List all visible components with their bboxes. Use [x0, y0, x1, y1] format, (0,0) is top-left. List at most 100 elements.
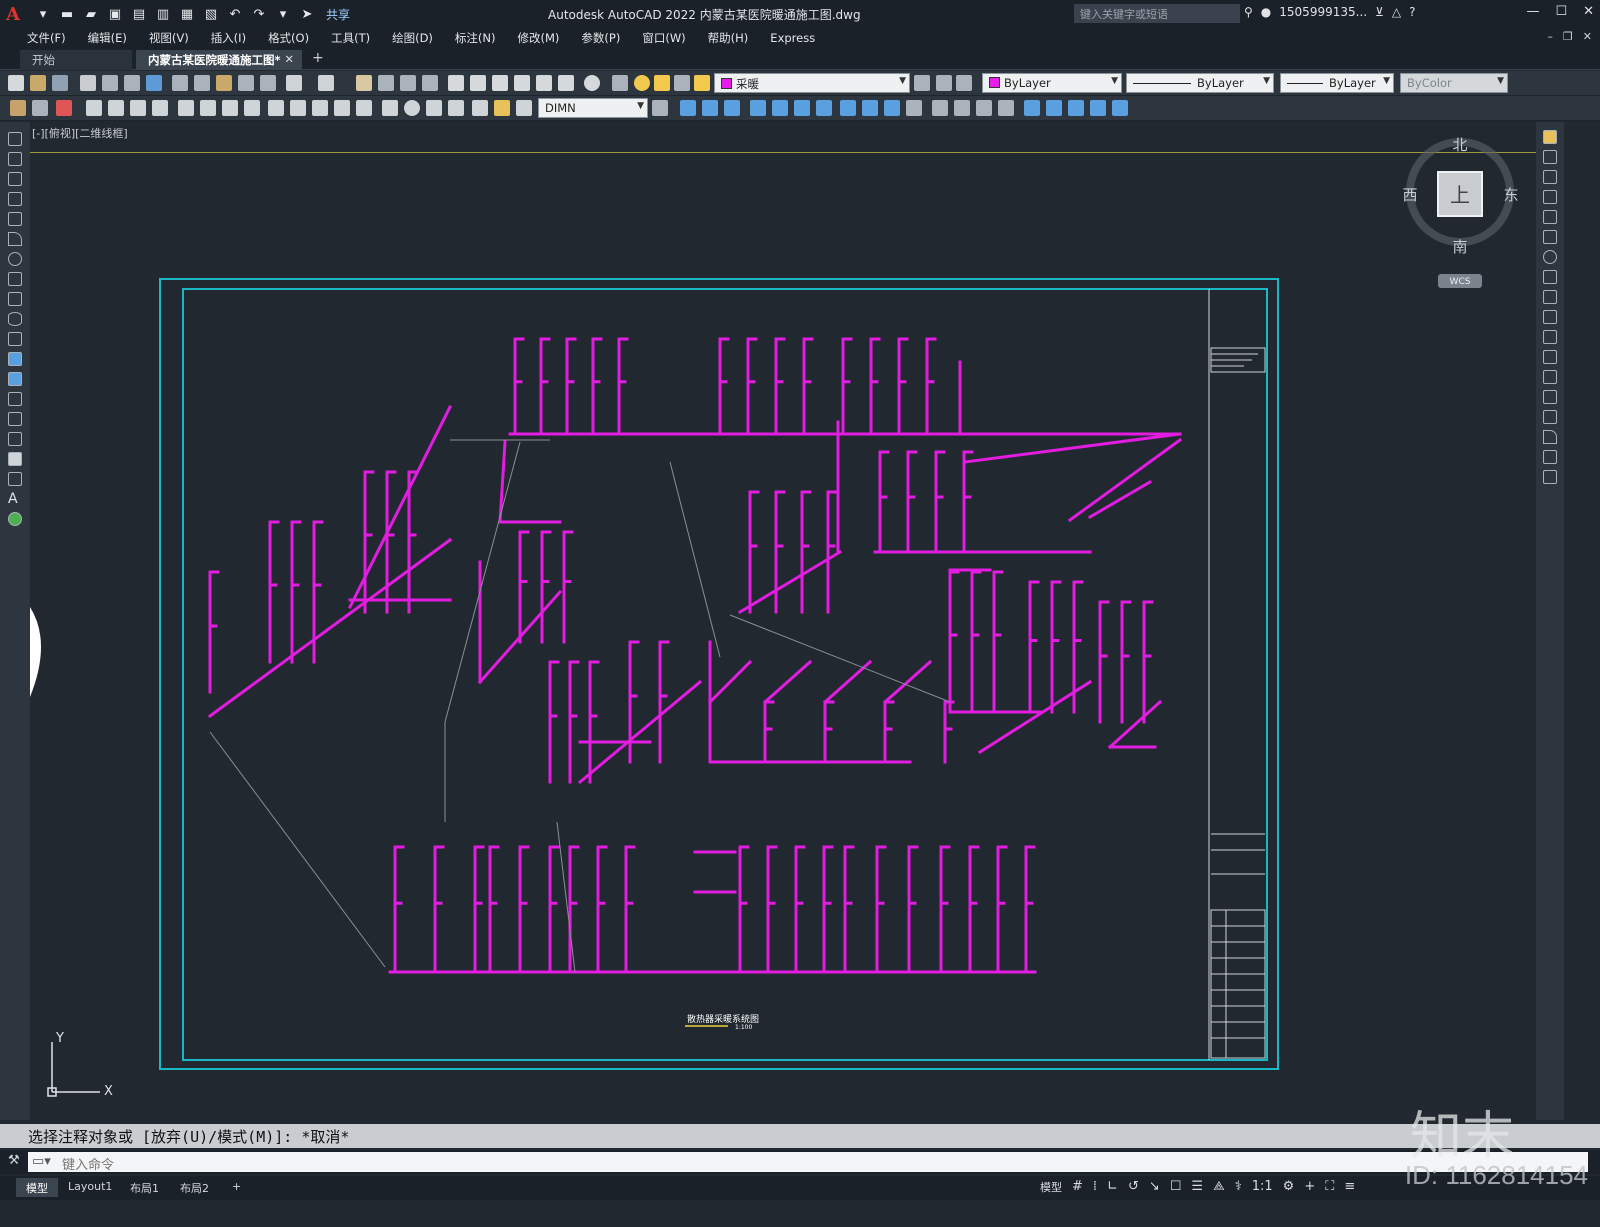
add-layout-button[interactable]: +	[222, 1178, 251, 1197]
menu-draw[interactable]: 绘图(D)	[381, 30, 444, 46]
chamfer-icon[interactable]	[1543, 410, 1557, 424]
layer-thaw-icon[interactable]	[654, 75, 670, 91]
stretch-icon[interactable]	[1543, 290, 1557, 304]
save-as-icon[interactable]: ▤	[130, 5, 148, 23]
block-insert-icon[interactable]	[680, 100, 696, 116]
color-dropdown[interactable]: ByLayer ▼	[982, 73, 1122, 93]
new-icon[interactable]	[8, 75, 24, 91]
customize-icon[interactable]: ≡	[1344, 1179, 1355, 1195]
trim-icon[interactable]	[1543, 310, 1557, 324]
make-current-icon[interactable]	[914, 75, 930, 91]
publish-icon[interactable]: ▦	[178, 5, 196, 23]
doc-minimize-icon[interactable]: –	[1547, 30, 1553, 43]
web-mobile-icon[interactable]: ▥	[154, 5, 172, 23]
redo-icon[interactable]: ↷	[250, 5, 268, 23]
ordinate-dimension-icon[interactable]	[152, 100, 168, 116]
table-tool-icon[interactable]	[8, 472, 22, 486]
mirror-icon[interactable]	[1543, 170, 1557, 184]
circle-icon[interactable]	[8, 252, 22, 266]
dimension-style-icon[interactable]	[652, 100, 668, 116]
attribute-define-icon[interactable]	[750, 100, 766, 116]
dropdown-arrow-icon[interactable]: ▾	[34, 5, 52, 23]
dimension-edit-icon[interactable]	[472, 100, 488, 116]
fullscreen-icon[interactable]: ⛶	[1325, 1179, 1334, 1195]
baseline-dimension-icon[interactable]	[290, 100, 306, 116]
rotate-icon[interactable]	[1543, 250, 1557, 264]
break-icon[interactable]	[1543, 370, 1557, 384]
continue-dimension-icon[interactable]	[312, 100, 328, 116]
ortho-icon[interactable]: ∟	[1107, 1179, 1118, 1195]
layer-properties-icon[interactable]	[612, 75, 628, 91]
xref-bind-icon[interactable]	[884, 100, 900, 116]
undo-icon[interactable]: ↶	[226, 5, 244, 23]
zoom-previous-icon[interactable]	[422, 75, 438, 91]
command-prompt-icon[interactable]: ▭▾	[32, 1154, 51, 1169]
linear-dimension-icon[interactable]	[86, 100, 102, 116]
ellipse-icon[interactable]	[8, 312, 22, 326]
break-at-point-icon[interactable]	[1543, 350, 1557, 364]
inspection-icon[interactable]	[426, 100, 442, 116]
match-properties-icon[interactable]	[238, 75, 254, 91]
menu-modify[interactable]: 修改(M)	[507, 30, 571, 46]
tab-drawing[interactable]: 内蒙古某医院暖通施工图* ✕	[136, 50, 302, 70]
region-icon[interactable]	[8, 452, 22, 466]
tab-layout-1-cn[interactable]: 布局1	[120, 1178, 169, 1197]
polygon-icon[interactable]	[8, 192, 22, 206]
radius-dimension-icon[interactable]	[178, 100, 194, 116]
ole-object-icon[interactable]	[1090, 100, 1106, 116]
sheet-set-icon[interactable]	[514, 75, 530, 91]
autocad-logo-icon[interactable]: A	[6, 4, 28, 25]
scale-icon[interactable]	[1543, 270, 1557, 284]
doc-restore-icon[interactable]: ❐	[1563, 30, 1573, 43]
insert-table-icon[interactable]	[1024, 100, 1040, 116]
isometric-icon[interactable]: ↘	[1149, 1179, 1160, 1195]
save-icon[interactable]: ▣	[106, 5, 124, 23]
quick-dimension-icon[interactable]	[268, 100, 284, 116]
move-icon[interactable]	[1543, 230, 1557, 244]
point-icon[interactable]	[8, 392, 22, 406]
tab-start[interactable]: 开始	[20, 50, 132, 70]
hatch-icon[interactable]	[8, 412, 22, 426]
search-icon[interactable]: ⚲	[1244, 5, 1253, 19]
ellipse-arc-icon[interactable]	[8, 332, 22, 346]
model-space-button[interactable]: 模型	[1040, 1179, 1062, 1195]
drawing-canvas[interactable]: 散热器采暖系统图 1:100 Y X 上 北 南 东 西 WCS	[30, 122, 1536, 1120]
properties-icon[interactable]	[448, 75, 464, 91]
join-icon[interactable]	[1543, 390, 1557, 404]
make-block-icon[interactable]	[8, 372, 22, 386]
menu-window[interactable]: 窗口(W)	[631, 30, 696, 46]
markup-icon[interactable]	[536, 75, 552, 91]
dimstyle-dropdown[interactable]: DIMN ▼	[538, 98, 648, 118]
menu-insert[interactable]: 插入(I)	[200, 30, 257, 46]
plot-icon[interactable]	[80, 75, 96, 91]
plot-icon[interactable]: ▧	[202, 5, 220, 23]
array-icon[interactable]	[1543, 210, 1557, 224]
tool-palettes-icon[interactable]	[492, 75, 508, 91]
annotation-scale[interactable]: 1:1	[1252, 1179, 1273, 1195]
menu-help[interactable]: 帮助(H)	[697, 30, 760, 46]
image-attach-icon[interactable]	[906, 100, 922, 116]
block-write-icon[interactable]	[724, 100, 740, 116]
explode-icon[interactable]	[1543, 470, 1557, 484]
rectangle-icon[interactable]	[8, 212, 22, 226]
customize-qat-icon[interactable]: ▾	[274, 5, 292, 23]
spline-icon[interactable]	[8, 292, 22, 306]
add-icon[interactable]: +	[1304, 1179, 1315, 1195]
copy-icon[interactable]	[194, 75, 210, 91]
erase-icon[interactable]	[1543, 130, 1557, 144]
menu-express[interactable]: Express	[759, 31, 826, 45]
tab-layout-2-cn[interactable]: 布局2	[170, 1178, 219, 1197]
group-icon[interactable]	[976, 100, 992, 116]
pan-icon[interactable]	[356, 75, 372, 91]
help-icon[interactable]: ?	[1409, 5, 1415, 19]
menu-file[interactable]: 文件(F)	[16, 30, 77, 46]
table-icon[interactable]	[56, 100, 72, 116]
dimension-update-icon[interactable]	[516, 100, 532, 116]
ungroup-icon[interactable]	[998, 100, 1014, 116]
arc-icon[interactable]	[8, 232, 22, 246]
layer-on-icon[interactable]	[634, 75, 650, 91]
tab-model[interactable]: 模型	[16, 1178, 58, 1197]
revcloud-icon[interactable]	[8, 272, 22, 286]
menu-parametric[interactable]: 参数(P)	[570, 30, 631, 46]
dimension-break-icon[interactable]	[356, 100, 372, 116]
